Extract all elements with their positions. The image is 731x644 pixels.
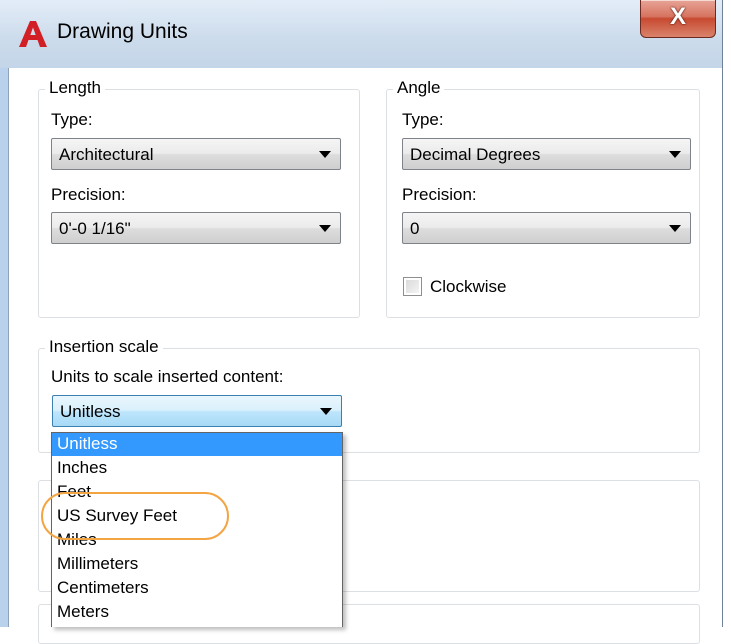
chevron-down-icon <box>320 408 332 415</box>
insertion-units-dropdown[interactable]: Unitless Inches Feet US Survey Feet Mile… <box>51 432 343 627</box>
clockwise-label[interactable]: Clockwise <box>430 277 507 297</box>
dialog-title: Drawing Units <box>57 20 188 43</box>
angle-precision-label: Precision: <box>402 185 477 204</box>
units-to-scale-label: Units to scale inserted content: <box>51 367 284 386</box>
dropdown-option-unitless[interactable]: Unitless <box>52 433 342 456</box>
dropdown-option-inches[interactable]: Inches <box>52 457 342 480</box>
length-precision-select[interactable]: 0'-0 1/16" <box>51 212 341 244</box>
angle-precision-select[interactable]: 0 <box>402 212 691 244</box>
insertion-units-value: Unitless <box>60 402 121 421</box>
close-icon: X <box>669 3 686 30</box>
chevron-down-icon <box>319 151 331 158</box>
title-bar[interactable]: Drawing Units X <box>0 0 722 68</box>
angle-precision-value: 0 <box>410 219 420 238</box>
dropdown-option-feet[interactable]: Feet <box>52 481 342 504</box>
dropdown-option-millimeters[interactable]: Millimeters <box>52 553 342 576</box>
dropdown-option-miles[interactable]: Miles <box>52 529 342 552</box>
length-type-label: Type: <box>51 110 93 129</box>
dropdown-option-centimeters[interactable]: Centimeters <box>52 577 342 600</box>
angle-type-label: Type: <box>402 110 444 129</box>
angle-type-select[interactable]: Decimal Degrees <box>402 138 691 170</box>
chevron-down-icon <box>669 225 681 232</box>
chevron-down-icon <box>669 151 681 158</box>
insertion-units-select[interactable]: Unitless <box>52 395 342 427</box>
length-type-select[interactable]: Architectural <box>51 138 341 170</box>
close-button[interactable]: X <box>640 0 716 38</box>
autocad-logo-icon <box>19 21 47 47</box>
insertion-scale-label: Insertion scale <box>45 337 163 357</box>
dropdown-option-us-survey-feet[interactable]: US Survey Feet <box>52 505 342 528</box>
angle-group-label: Angle <box>393 78 445 98</box>
chevron-down-icon <box>319 225 331 232</box>
length-type-value: Architectural <box>59 145 154 164</box>
clockwise-checkbox[interactable] <box>403 277 422 296</box>
length-precision-value: 0'-0 1/16" <box>59 219 131 238</box>
dropdown-option-meters[interactable]: Meters <box>52 601 342 624</box>
angle-type-value: Decimal Degrees <box>410 145 541 164</box>
length-group-label: Length <box>45 78 105 98</box>
length-precision-label: Precision: <box>51 185 126 204</box>
